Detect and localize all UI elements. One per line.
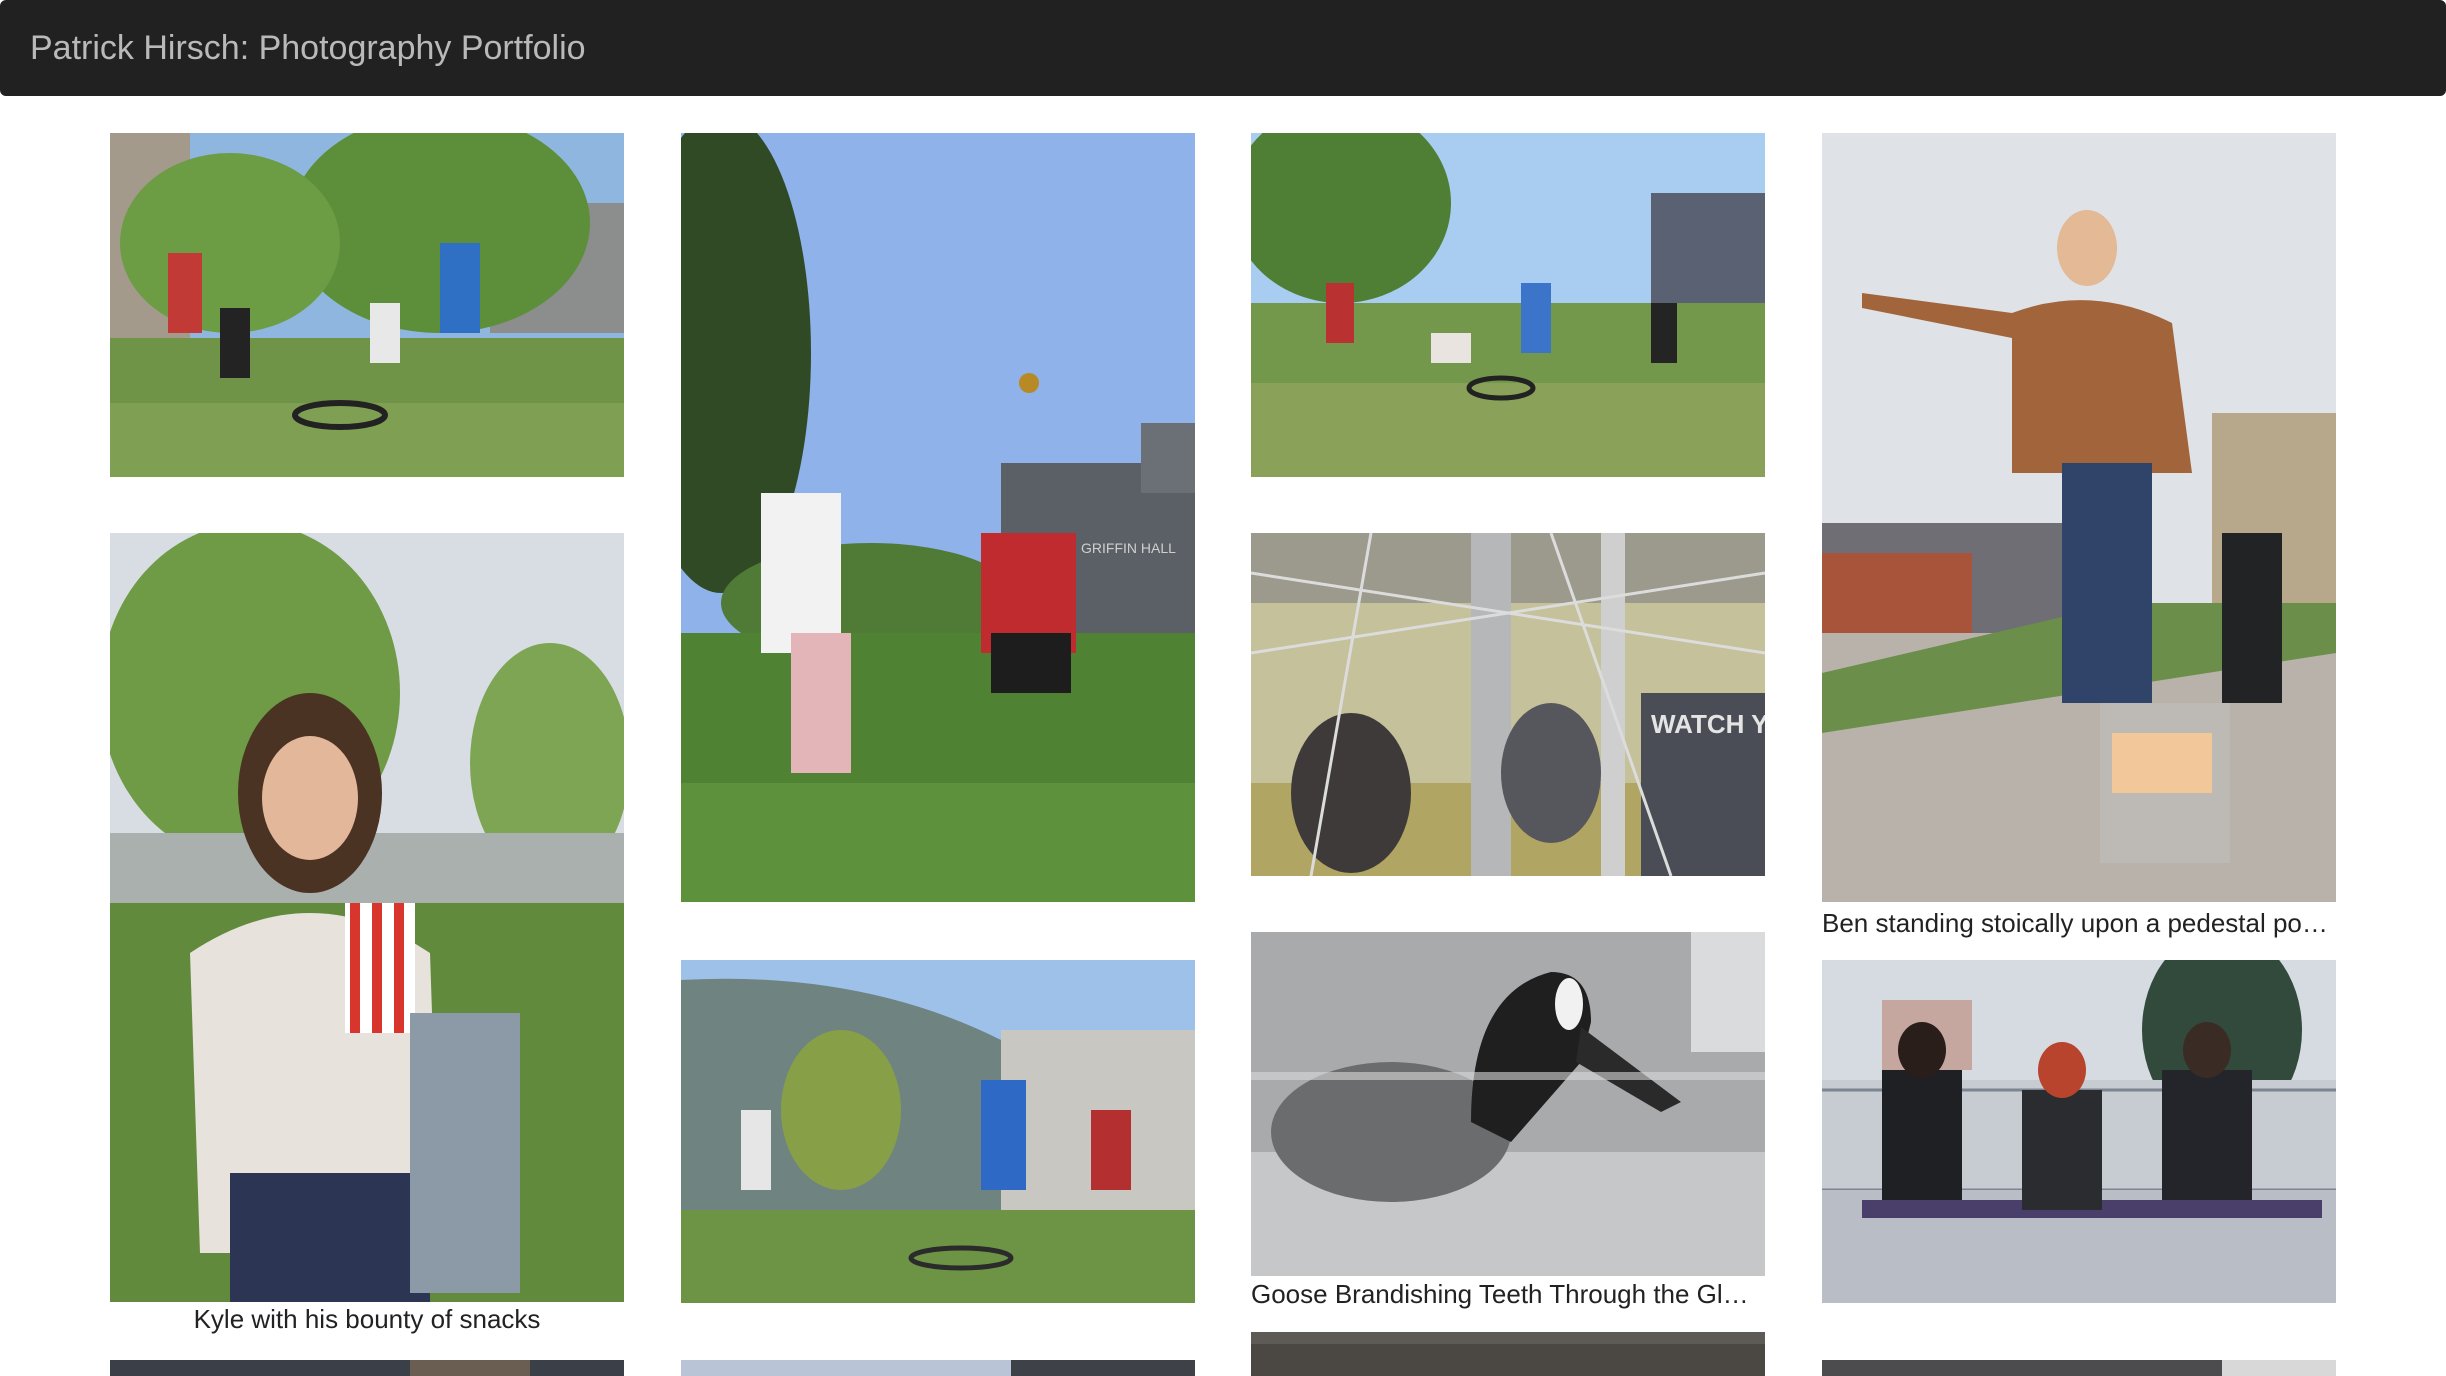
photo-image <box>681 960 1195 1303</box>
photo-caption: Ben standing stoically upon a pedestal p… <box>1822 908 2328 938</box>
photo-image <box>110 533 624 1302</box>
building-sign-text: GRIFFIN HALL <box>1081 540 1176 556</box>
gym-sign-text: WATCH YOUR STEP <box>1651 709 1765 739</box>
photo-goose[interactable] <box>1251 932 1765 1276</box>
photo-partial[interactable] <box>1251 1332 1765 1376</box>
photo-image <box>110 1360 624 1376</box>
photo-gym-netting[interactable]: WATCH YOUR STEP <box>1251 533 1765 876</box>
photo-image <box>110 133 624 477</box>
photo-partial[interactable] <box>110 1360 624 1376</box>
photo-image: GRIFFIN HALL <box>681 133 1195 902</box>
photo-ben-pedestal[interactable] <box>1822 133 2336 902</box>
photo-griffin-hall-leap[interactable]: GRIFFIN HALL <box>681 133 1195 902</box>
site-brand-link[interactable]: Patrick Hirsch: Photography Portfolio <box>30 26 586 70</box>
photo-spikeball-glass-building[interactable] <box>681 960 1195 1303</box>
photo-skate-bench[interactable] <box>1822 960 2336 1303</box>
top-navbar: Patrick Hirsch: Photography Portfolio <box>0 0 2446 96</box>
photo-image <box>1251 1332 1765 1376</box>
photo-image <box>1822 960 2336 1303</box>
photo-caption: Goose Brandishing Teeth Through the Gl… <box>1251 1279 1749 1309</box>
photo-image <box>1822 133 2336 902</box>
photo-kyle-snacks[interactable] <box>110 533 624 1302</box>
photo-partial[interactable] <box>681 1360 1195 1376</box>
photo-image <box>1251 932 1765 1276</box>
photo-spikeball-field[interactable] <box>1251 133 1765 477</box>
photo-spikeball-lawn[interactable] <box>110 133 624 477</box>
photo-image <box>681 1360 1195 1376</box>
photo-image <box>1822 1360 2336 1376</box>
photo-partial[interactable] <box>1822 1360 2336 1376</box>
photo-image: WATCH YOUR STEP <box>1251 533 1765 876</box>
photo-image <box>1251 133 1765 477</box>
photo-caption: Kyle with his bounty of snacks <box>193 1304 541 1334</box>
